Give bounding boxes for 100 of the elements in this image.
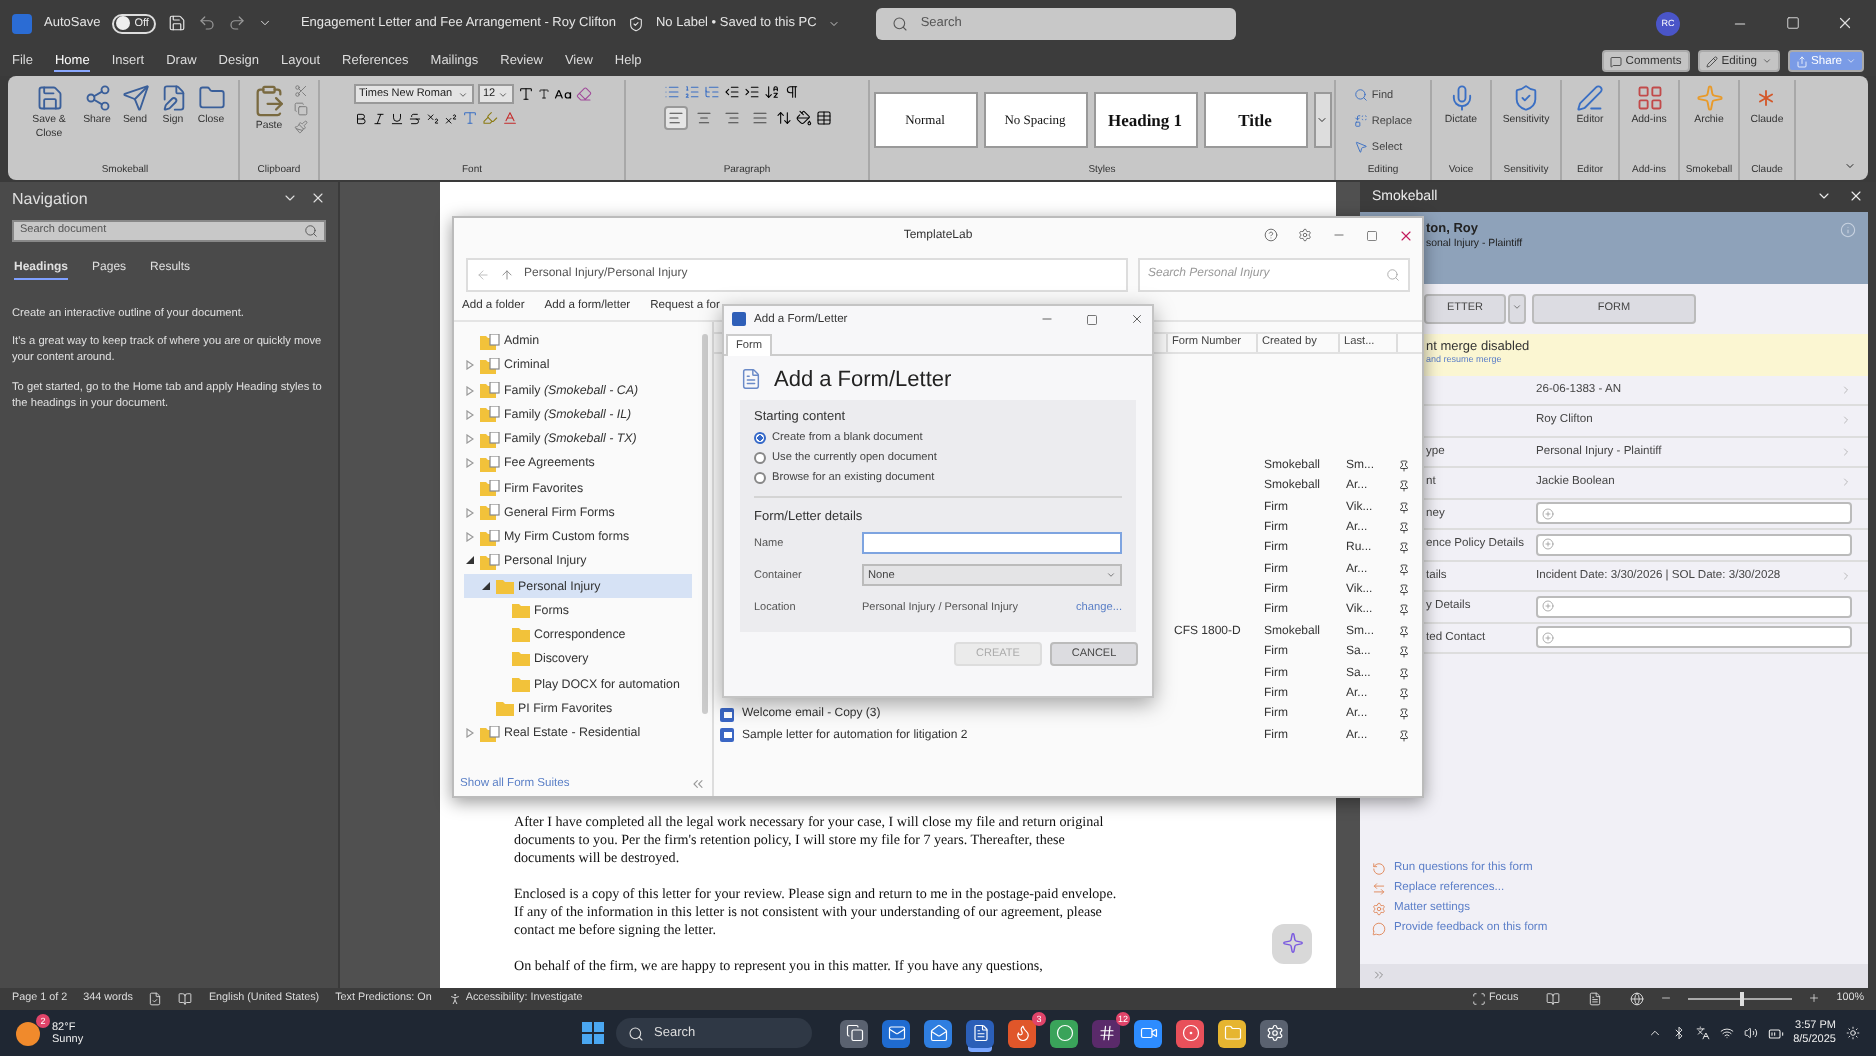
pin-icon[interactable] xyxy=(1398,521,1410,534)
shrink-font-icon[interactable] xyxy=(537,88,549,101)
borders-icon[interactable] xyxy=(815,110,831,127)
pin-icon[interactable] xyxy=(1398,625,1410,638)
collapsed-triangle-icon[interactable] xyxy=(466,409,474,420)
language-icon[interactable] xyxy=(1695,1026,1710,1041)
zoom-thumb[interactable] xyxy=(1740,991,1745,1006)
taskbar-app[interactable] xyxy=(882,1019,910,1048)
close-icon[interactable] xyxy=(1130,312,1144,327)
weather-icon[interactable] xyxy=(16,1021,40,1046)
close-icon[interactable] xyxy=(310,190,326,207)
collapsed-triangle-icon[interactable] xyxy=(466,507,474,518)
collapsed-triangle-icon[interactable] xyxy=(466,458,474,469)
underline-icon[interactable] xyxy=(389,111,403,126)
radio-button[interactable] xyxy=(754,451,766,464)
up-arrow-icon[interactable] xyxy=(500,267,514,282)
taskbar-app[interactable] xyxy=(966,1019,994,1048)
taskbar-app[interactable] xyxy=(1260,1019,1288,1048)
collapsed-triangle-icon[interactable] xyxy=(466,434,474,445)
copilot-button[interactable] xyxy=(1272,923,1312,964)
font-color-icon[interactable] xyxy=(501,110,517,127)
sort-icon[interactable] xyxy=(763,84,779,101)
wifi-icon[interactable] xyxy=(1719,1026,1734,1041)
zoom-out-icon[interactable] xyxy=(1660,992,1673,1005)
start-button[interactable] xyxy=(582,1022,604,1045)
pin-icon[interactable] xyxy=(1398,708,1410,721)
sun-icon[interactable] xyxy=(1846,1026,1860,1041)
taskbar-app[interactable] xyxy=(1176,1019,1204,1048)
style-option[interactable]: Title xyxy=(1203,92,1307,149)
collapsed-triangle-icon[interactable] xyxy=(466,728,474,739)
decrease-indent-icon[interactable] xyxy=(723,84,739,101)
expanded-triangle-icon[interactable] xyxy=(482,581,490,592)
microphone-icon xyxy=(1447,84,1475,113)
maximize-icon[interactable] xyxy=(1086,313,1098,326)
expanded-triangle-icon[interactable] xyxy=(466,556,474,567)
proofing-icon[interactable] xyxy=(148,991,163,1006)
taskbar-app[interactable] xyxy=(1218,1019,1246,1048)
zoom-in-icon[interactable] xyxy=(1808,992,1821,1005)
maximize-icon[interactable] xyxy=(1366,229,1378,242)
volume-icon[interactable] xyxy=(1743,1026,1758,1041)
add-field[interactable] xyxy=(1536,502,1852,525)
pin-icon[interactable] xyxy=(1398,584,1410,597)
web-layout-icon[interactable] xyxy=(1630,991,1645,1006)
pin-icon[interactable] xyxy=(1398,563,1410,576)
grow-font-icon[interactable] xyxy=(517,86,533,103)
strikethrough-icon[interactable] xyxy=(407,111,421,126)
italic-icon[interactable] xyxy=(371,111,385,126)
increase-indent-icon[interactable] xyxy=(743,84,759,101)
pin-icon[interactable] xyxy=(1398,480,1410,493)
pin-icon[interactable] xyxy=(1398,604,1410,617)
subscript-icon[interactable] xyxy=(425,111,439,126)
name-input[interactable] xyxy=(862,532,1122,555)
pilcrow-icon[interactable] xyxy=(783,84,799,101)
chevron-up-icon[interactable] xyxy=(1647,1026,1662,1041)
pin-icon[interactable] xyxy=(1398,667,1410,680)
collapse-ribbon-icon[interactable] xyxy=(1844,159,1856,172)
radio-button[interactable] xyxy=(754,471,766,484)
add-field[interactable] xyxy=(1536,533,1852,556)
settings-icon[interactable] xyxy=(1298,228,1312,243)
taskbar-app[interactable] xyxy=(1008,1019,1036,1048)
collapsed-triangle-icon[interactable] xyxy=(466,532,474,543)
save-icon[interactable] xyxy=(168,14,187,33)
radio-button[interactable] xyxy=(754,431,766,444)
pin-icon[interactable] xyxy=(1398,646,1410,659)
accessibility-icon[interactable] xyxy=(447,991,462,1006)
close-icon[interactable] xyxy=(1848,188,1864,205)
bold-icon[interactable] xyxy=(353,111,367,126)
add-field[interactable] xyxy=(1536,595,1852,618)
align-left-button[interactable] xyxy=(663,106,687,131)
pin-icon[interactable] xyxy=(1398,501,1410,514)
scrollbar[interactable] xyxy=(702,333,708,714)
battery-icon[interactable] xyxy=(1767,1025,1784,1042)
pin-icon[interactable] xyxy=(1398,729,1410,742)
pin-icon[interactable] xyxy=(1398,542,1410,555)
superscript-icon[interactable] xyxy=(443,111,457,126)
collapsed-triangle-icon[interactable] xyxy=(466,360,474,371)
customize-icon[interactable] xyxy=(258,16,273,31)
style-option[interactable]: Heading 1 xyxy=(1093,92,1197,149)
shading-icon[interactable] xyxy=(795,110,811,127)
bluetooth-icon[interactable] xyxy=(1671,1026,1686,1041)
read-mode-icon[interactable] xyxy=(1546,991,1561,1006)
add-field[interactable] xyxy=(1536,626,1852,649)
change-case-icon[interactable] xyxy=(553,85,571,104)
taskbar-app[interactable] xyxy=(1092,1019,1120,1048)
collapsed-triangle-icon[interactable] xyxy=(466,385,474,396)
help-icon[interactable] xyxy=(1264,228,1278,243)
taskbar-app[interactable] xyxy=(1050,1019,1078,1048)
redo-icon[interactable] xyxy=(228,14,247,33)
multilevel-list-icon[interactable] xyxy=(703,84,719,101)
taskbar-app[interactable] xyxy=(840,1019,868,1048)
taskbar-app[interactable] xyxy=(924,1019,952,1048)
pin-icon[interactable] xyxy=(1398,459,1410,472)
close-icon[interactable] xyxy=(1398,227,1414,244)
undo-icon[interactable] xyxy=(198,14,217,33)
line-spacing-icon[interactable] xyxy=(775,110,791,127)
taskbar-app[interactable] xyxy=(1134,1019,1162,1048)
pin-icon[interactable] xyxy=(1398,688,1410,701)
book-icon[interactable] xyxy=(178,991,193,1006)
print-layout-icon[interactable] xyxy=(1588,991,1603,1006)
focus-icon[interactable] xyxy=(1471,991,1486,1006)
